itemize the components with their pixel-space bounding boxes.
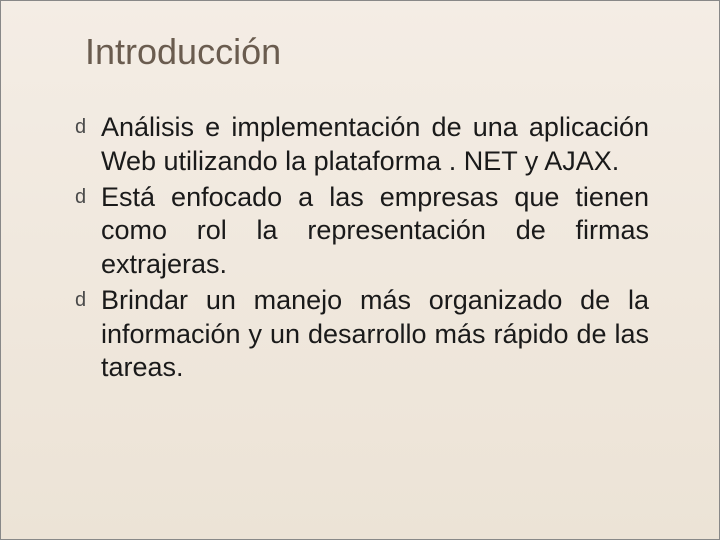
list-item: d Está enfocado a las empresas que tiene… <box>101 181 649 282</box>
bullet-icon: d <box>75 288 86 313</box>
bullet-icon: d <box>75 185 86 210</box>
bullet-icon: d <box>75 115 86 140</box>
slide-content: d Análisis e implementación de una aplic… <box>91 111 669 385</box>
bullet-text: Análisis e implementación de una aplicac… <box>101 112 649 176</box>
bullet-text: Está enfocado a las empresas que tienen … <box>101 182 649 280</box>
slide-title: Introducción <box>85 31 669 73</box>
slide-container: Introducción d Análisis e implementación… <box>0 0 720 540</box>
list-item: d Análisis e implementación de una aplic… <box>101 111 649 179</box>
list-item: d Brindar un manejo más organizado de la… <box>101 284 649 385</box>
bullet-text: Brindar un manejo más organizado de la i… <box>101 285 649 383</box>
